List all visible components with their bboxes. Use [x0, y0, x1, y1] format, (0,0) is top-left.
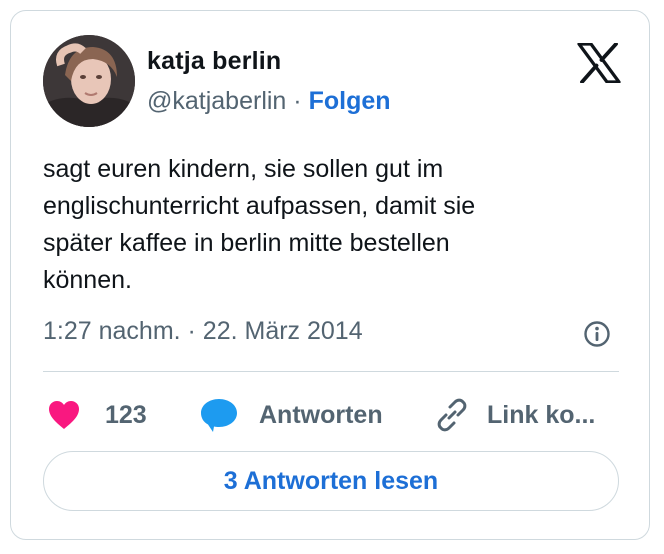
tweet-timestamp[interactable]: 1:27 nachm. · 22. März 2014	[43, 317, 363, 346]
copy-link-label: Link ko...	[487, 400, 596, 429]
x-logo-icon[interactable]	[577, 42, 621, 84]
tweet-text-line: können.	[43, 266, 132, 294]
read-replies-button[interactable]: 3 Antworten lesen	[43, 451, 619, 511]
follow-button[interactable]: Folgen	[309, 87, 391, 115]
like-button[interactable]: 123	[47, 395, 147, 435]
tweet-card: katja berlin @katjaberlin · Folgen sagt …	[10, 10, 650, 540]
avatar[interactable]	[43, 35, 135, 127]
divider	[43, 371, 619, 372]
tweet-text-line: sagt euren kindern, sie sollen gut im	[43, 155, 444, 183]
author-name[interactable]: katja berlin	[147, 47, 281, 76]
like-count: 123	[105, 400, 147, 429]
link-icon	[437, 398, 467, 432]
reply-label: Antworten	[259, 400, 383, 429]
copy-link-button[interactable]: Link ko...	[435, 395, 595, 435]
tweet-text: sagt euren kindern, sie sollen gut im en…	[43, 151, 623, 299]
info-icon[interactable]	[583, 320, 611, 348]
reply-button[interactable]: Antworten	[199, 395, 383, 435]
separator-dot: ·	[293, 87, 302, 115]
tweet-text-line: später kaffee in berlin mitte bestellen	[43, 229, 450, 257]
speech-bubble-icon	[201, 399, 237, 432]
heart-icon	[49, 401, 79, 429]
author-handle-row: @katjaberlin · Folgen	[147, 87, 391, 116]
tweet-text-line: englischunterricht aufpassen, damit sie	[43, 192, 476, 220]
avatar-image	[43, 35, 135, 127]
read-replies-label: 3 Antworten lesen	[223, 466, 439, 495]
author-handle[interactable]: @katjaberlin	[147, 87, 286, 115]
